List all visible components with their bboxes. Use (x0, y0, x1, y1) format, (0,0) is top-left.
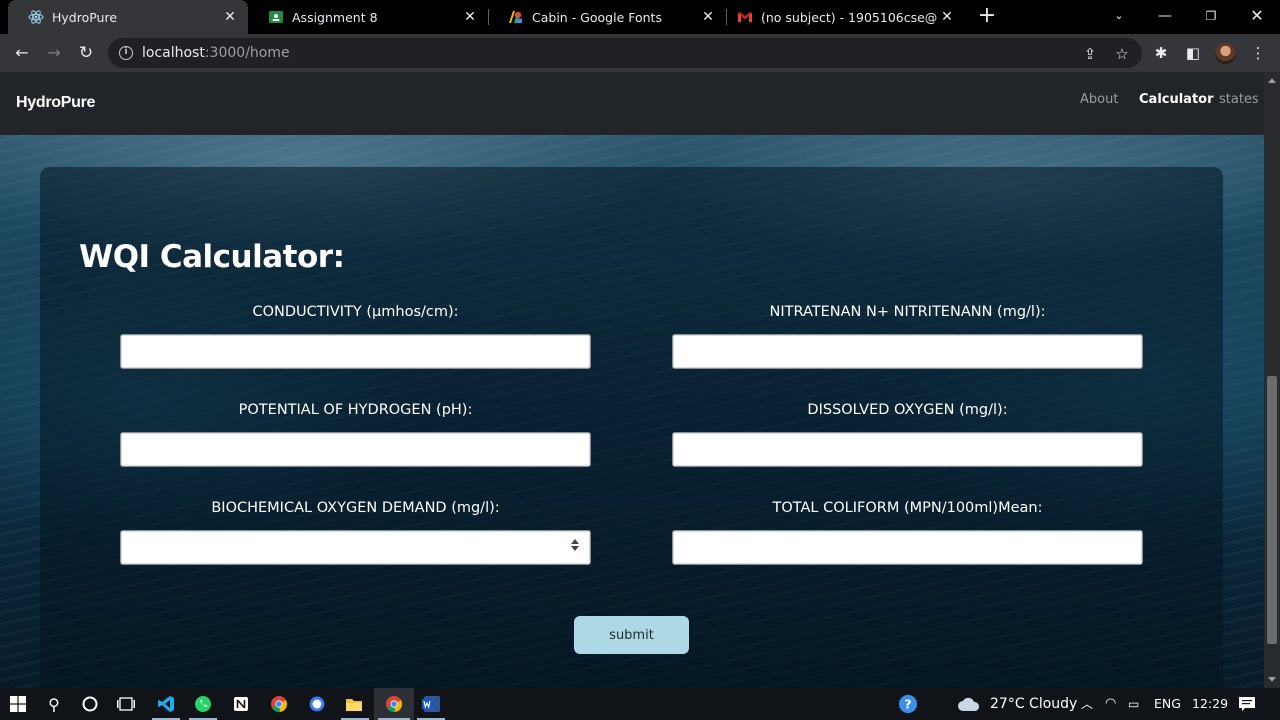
cortana-icon[interactable] (80, 694, 100, 714)
submit-button[interactable]: submit (574, 616, 689, 654)
back-icon[interactable]: ← (10, 41, 34, 65)
share-icon[interactable]: ⇪ (1080, 44, 1100, 64)
nav-link-about[interactable]: About (1080, 92, 1118, 107)
notification-icon[interactable] (1237, 694, 1257, 714)
extensions-icon[interactable]: ✱ (1150, 42, 1172, 64)
restore-icon[interactable]: ❐ (1188, 0, 1234, 34)
svg-text:?: ? (904, 697, 911, 712)
tab-title: (no subject) - 1905106cse@cit.ed (761, 9, 937, 25)
cloud-weather-icon (956, 694, 982, 714)
site-navbar: HydroPure About Calculator states (0, 72, 1264, 135)
menu-kebab-icon[interactable]: ⋮ (1247, 42, 1269, 64)
profile-avatar[interactable] (1215, 43, 1236, 64)
close-tab-icon[interactable]: ✕ (222, 9, 238, 25)
close-tab-icon[interactable]: ✕ (462, 9, 478, 25)
gmail-icon (737, 9, 753, 25)
address-bar[interactable]: i localhost:3000/home ⇪ ☆ (108, 38, 1142, 68)
tab-title: Cabin - Google Fonts (532, 9, 662, 25)
nitrate-nitrite-input[interactable] (672, 334, 1143, 369)
bookmark-star-icon[interactable]: ☆ (1112, 44, 1132, 64)
windows-start-icon[interactable] (8, 694, 28, 714)
tab-google-fonts[interactable]: Cabin - Google Fonts ✕ (488, 0, 726, 34)
tab-strip: HydroPure ✕ Assignment 8 ✕ Cabin - Googl… (0, 0, 1280, 34)
dissolved-oxygen-input[interactable] (672, 432, 1143, 467)
bod-input[interactable] (120, 530, 591, 565)
total-coliform-label: TOTAL COLIFORM (MPN/100ml)Mean: (772, 500, 1043, 516)
weather-text[interactable]: 27°C Cloudy (990, 688, 1077, 720)
wifi-icon[interactable]: ◠ (1105, 688, 1116, 720)
tab-assignment[interactable]: Assignment 8 ✕ (248, 0, 488, 34)
task-view-icon[interactable] (116, 694, 136, 714)
page-content: HydroPure About Calculator states WQI Ca… (0, 72, 1264, 688)
vscode-icon[interactable] (156, 694, 176, 714)
nav-link-calculator[interactable]: Calculator (1139, 92, 1214, 107)
close-tab-icon[interactable]: ✕ (700, 9, 716, 25)
page-scrollbar[interactable] (1264, 72, 1280, 688)
ph-label: POTENTIAL OF HYDROGEN (pH): (238, 402, 473, 418)
tab-title: Assignment 8 (292, 9, 378, 25)
ph-input[interactable] (120, 432, 591, 467)
site-info-icon[interactable]: i (119, 46, 133, 60)
calculator-card: WQI Calculator: CONDUCTIVITY (μmhos/cm):… (40, 167, 1223, 688)
side-panel-icon[interactable]: ◧ (1182, 42, 1204, 64)
tab-hydropure[interactable]: HydroPure ✕ (8, 0, 248, 34)
page-title: WQI Calculator: (79, 239, 345, 275)
brand-logo[interactable]: HydroPure (16, 94, 95, 112)
scrollbar-thumb[interactable] (1267, 376, 1277, 644)
chrome-icon[interactable] (384, 694, 404, 714)
classroom-icon (268, 9, 284, 25)
clock[interactable]: 12:29 (1192, 688, 1228, 720)
react-icon (28, 9, 44, 25)
forward-icon[interactable]: → (42, 41, 66, 65)
browser-toolbar: ← → ↻ i localhost:3000/home ⇪ ☆ ✱ ◧ ⋮ (0, 34, 1280, 72)
whatsapp-icon[interactable] (193, 694, 213, 714)
notion-icon[interactable] (231, 694, 251, 714)
conductivity-label: CONDUCTIVITY (μmhos/cm): (252, 304, 459, 320)
new-tab-icon[interactable]: + (976, 5, 998, 28)
url-text: localhost:3000/home (142, 45, 290, 61)
windows-taskbar: ⚲ ? 27°C Cloudy ︿ ◠ ▭ ENG 12:29 (0, 688, 1280, 720)
help-icon[interactable]: ? (898, 694, 918, 714)
file-explorer-icon[interactable] (344, 694, 364, 714)
signal-chat-icon[interactable] (307, 694, 327, 714)
battery-icon[interactable]: ▭ (1128, 688, 1139, 720)
tray-chevron-icon[interactable]: ︿ (1081, 688, 1093, 720)
spinner-up-icon[interactable] (571, 539, 579, 544)
minimize-icon[interactable]: — (1142, 0, 1188, 34)
tab-gmail[interactable]: (no subject) - 1905106cse@cit.ed ✕ (717, 0, 965, 34)
tab-title: HydroPure (52, 9, 118, 25)
word-icon[interactable] (421, 694, 441, 714)
bod-field-wrapper (120, 530, 591, 565)
close-tab-icon[interactable]: ✕ (939, 9, 955, 25)
nav-link-states[interactable]: states (1219, 92, 1259, 107)
scroll-up-icon[interactable] (1268, 78, 1276, 83)
search-icon[interactable]: ⚲ (44, 694, 64, 714)
tab-search-icon[interactable]: ⌄ (1096, 0, 1142, 34)
total-coliform-input[interactable] (672, 530, 1143, 565)
close-window-icon[interactable]: ✕ (1234, 0, 1280, 34)
reload-icon[interactable]: ↻ (74, 41, 98, 65)
chrome-icon[interactable] (269, 694, 289, 714)
conductivity-input[interactable] (120, 334, 591, 369)
spinner-down-icon[interactable] (571, 546, 579, 551)
scroll-down-icon[interactable] (1268, 677, 1276, 682)
language-indicator[interactable]: ENG (1154, 688, 1181, 720)
dissolved-oxygen-label: DISSOLVED OXYGEN (mg/l): (807, 402, 1008, 418)
number-spinner[interactable] (571, 537, 580, 557)
google-fonts-icon (508, 9, 524, 25)
bod-label: BIOCHEMICAL OXYGEN DEMAND (mg/l): (211, 500, 500, 516)
nitrate-nitrite-label: NITRATENAN N+ NITRITENANN (mg/l): (769, 304, 1046, 320)
